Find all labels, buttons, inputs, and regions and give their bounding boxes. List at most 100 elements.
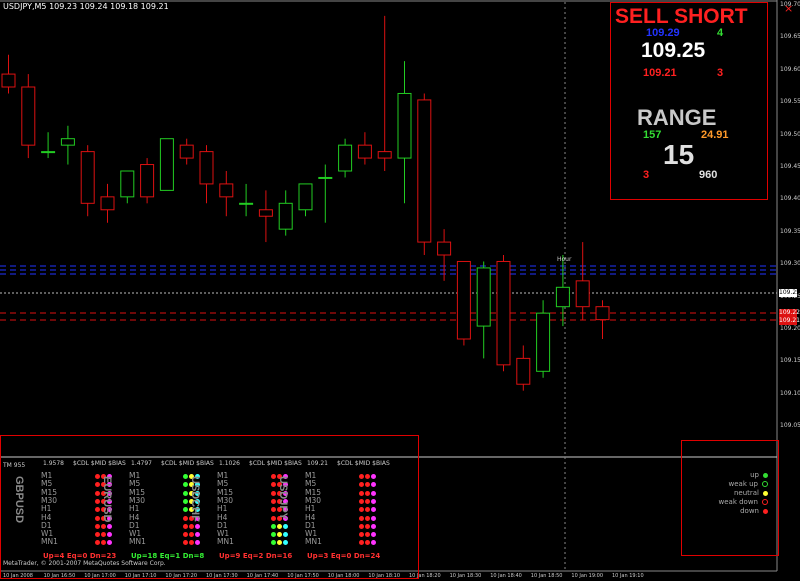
status-dot xyxy=(359,532,364,538)
status-dot xyxy=(95,523,100,529)
price-tick-label: 109.60 xyxy=(780,65,800,73)
price-tick-label: 109.40 xyxy=(780,195,800,203)
status-dot xyxy=(183,490,188,496)
status-dot xyxy=(95,507,100,513)
price-tick-label: 109.35 xyxy=(780,227,800,235)
status-dot xyxy=(183,498,188,504)
time-tick-label: 10 Jan 18:50 xyxy=(530,573,563,579)
candle-body xyxy=(41,151,56,154)
status-dot xyxy=(277,532,282,538)
status-dot xyxy=(189,532,194,538)
legend-label: up xyxy=(750,471,759,479)
price-tick-label: 109.15 xyxy=(780,357,800,365)
candle-body xyxy=(397,92,412,159)
red-price: 109.21 xyxy=(643,67,677,79)
candle-body xyxy=(159,138,174,191)
candle-body xyxy=(258,209,273,217)
symbol-header: USDJPY,M5 109.23 109.24 109.18 109.21 xyxy=(3,2,169,11)
status-dot xyxy=(183,532,188,538)
status-dot xyxy=(107,523,112,529)
candle-body xyxy=(21,86,36,146)
pair-tally: Up=9 Eq=2 Dn=16 xyxy=(219,552,293,560)
red-count: 3 xyxy=(717,67,724,79)
timeframe-label: MN1 xyxy=(41,537,58,547)
status-dot xyxy=(101,523,106,529)
red-price-box-2: 109.21 xyxy=(779,317,800,325)
status-dot xyxy=(371,474,376,479)
pair-price: 1.9578 xyxy=(43,460,64,467)
status-dot xyxy=(95,474,100,479)
price-tick-label: 109.05 xyxy=(780,422,800,430)
range-low: 157 xyxy=(643,129,662,141)
current-price-box: 109.25 xyxy=(779,289,800,297)
status-dot xyxy=(95,532,100,538)
pair-name: USDCHF xyxy=(189,476,201,522)
candle-body xyxy=(417,99,432,243)
status-dot xyxy=(183,523,188,529)
status-dot xyxy=(271,490,276,496)
status-dot xyxy=(371,498,376,504)
price-tick-label: 109.20 xyxy=(780,325,800,332)
legend-label: down xyxy=(740,507,759,515)
status-dot xyxy=(371,523,376,529)
status-dot xyxy=(195,523,200,529)
status-dot xyxy=(365,515,370,521)
status-dot xyxy=(365,482,370,488)
status-dot xyxy=(365,523,370,529)
status-dot xyxy=(365,490,370,496)
candle-body xyxy=(516,357,531,385)
candle-body xyxy=(120,170,135,198)
legend-item: weak down xyxy=(718,498,768,506)
status-dot xyxy=(359,515,364,521)
status-dot xyxy=(371,515,376,521)
status-dot xyxy=(359,482,364,488)
legend-label: weak down xyxy=(718,498,759,506)
candle-body xyxy=(278,202,293,230)
candle-body xyxy=(318,176,333,179)
status-dot xyxy=(271,474,276,479)
candle-body xyxy=(595,306,610,321)
status-dot xyxy=(365,474,370,479)
candle-body xyxy=(456,260,471,340)
status-dot xyxy=(95,498,100,504)
range-value: 15 xyxy=(663,139,695,170)
status-dot xyxy=(95,515,100,521)
blue-price: 109.29 xyxy=(646,27,680,39)
signal-panel: SELL SHORT 109.29 4 109.25 109.21 3 RANG… xyxy=(610,2,768,200)
status-dot xyxy=(95,490,100,496)
candle-body xyxy=(437,241,452,256)
candle-body xyxy=(80,151,95,204)
status-dot xyxy=(359,498,364,504)
currency-dashboard: 1.9578 $CDL $MID $BIAS GBPUSD M1 M5 M15 M30 H1 H… xyxy=(0,435,419,579)
price-tick-label: 109.45 xyxy=(780,163,800,170)
candle-body xyxy=(357,144,372,159)
status-dot xyxy=(365,540,370,546)
status-dot xyxy=(359,523,364,529)
status-dot xyxy=(283,540,288,546)
status-dot xyxy=(189,523,194,529)
time-tick-label: 10 Jan 19:00 xyxy=(571,573,604,579)
price-tick-label: 109.30 xyxy=(780,260,800,268)
candle-body xyxy=(496,260,511,366)
status-dot xyxy=(283,532,288,538)
status-dot xyxy=(95,540,100,546)
indicator-label: TM 955 xyxy=(3,462,26,469)
filled-dot-icon xyxy=(763,508,768,514)
range-red: 3 xyxy=(643,169,650,181)
time-tick-label: 10 Jan 18:40 xyxy=(490,573,522,579)
pair-price: 1.1026 xyxy=(219,460,240,467)
time-tick-label: 10 Jan 18:30 xyxy=(449,573,482,579)
timeframe-label: MN1 xyxy=(217,537,234,547)
status-dot xyxy=(365,507,370,513)
legend-item: neutral xyxy=(734,489,768,497)
candle-body xyxy=(199,151,214,185)
status-dot xyxy=(371,540,376,546)
candle-body xyxy=(555,286,570,308)
hour-label: Hour xyxy=(557,256,572,263)
status-dot xyxy=(271,507,276,513)
status-dot xyxy=(271,515,276,521)
status-dot xyxy=(359,474,364,479)
close-icon[interactable]: × xyxy=(784,2,793,15)
range-high: 24.91 xyxy=(701,129,729,141)
legend-item: up xyxy=(750,471,768,479)
